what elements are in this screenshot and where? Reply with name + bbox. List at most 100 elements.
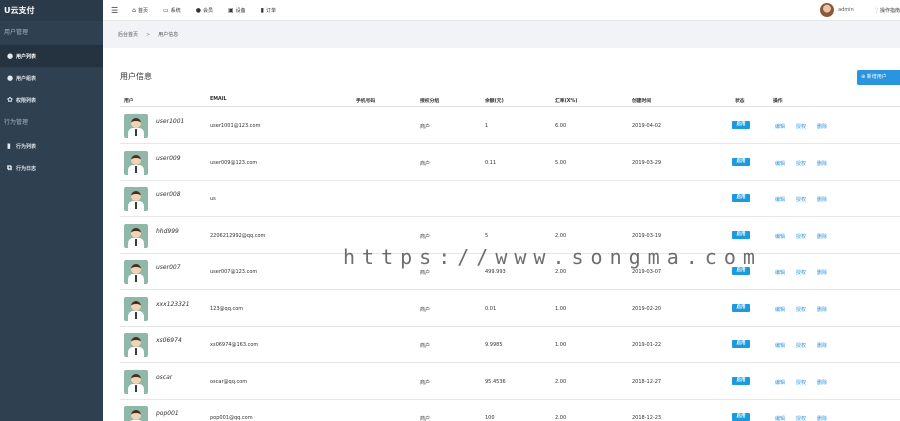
cell-group: 商户	[420, 270, 431, 276]
edit-button[interactable]: 编辑	[775, 379, 785, 386]
desktop-icon: ▭	[163, 6, 169, 14]
delete-button[interactable]: 删除	[817, 269, 827, 276]
top-nav-order[interactable]: ▮ 订单	[261, 7, 276, 14]
delete-button[interactable]: 删除	[817, 415, 827, 421]
delete-button[interactable]: 删除	[817, 123, 827, 130]
sidebar-item-behavior-list[interactable]: ▮ 行为列表	[0, 135, 103, 157]
add-user-button[interactable]: ⊕ 新增用户	[857, 70, 900, 85]
sidebar-item-behavior-log[interactable]: ⧉ 行为日志	[0, 157, 103, 179]
sidebar-section-user[interactable]: 用户管理	[0, 21, 103, 45]
top-nav-member[interactable]: ● 会员	[196, 7, 213, 14]
sidebar-item-label: 用户组表	[16, 75, 37, 82]
edit-button[interactable]: 编辑	[775, 306, 785, 313]
breadcrumb-home[interactable]: 后台首页	[118, 31, 138, 38]
cell-rate: 2.00	[555, 415, 567, 421]
edit-button[interactable]: 编辑	[775, 269, 785, 276]
paw-icon: ✿	[7, 96, 13, 104]
cell-username: xxx123321	[156, 300, 190, 308]
cell-created: 2019-04-02	[632, 123, 662, 129]
sidebar-item-permissions[interactable]: ✿ 权限列表	[0, 89, 103, 111]
authorize-button[interactable]: 授权	[796, 123, 806, 130]
top-nav-label: 订单	[265, 7, 276, 14]
status-badge[interactable]: 启用	[732, 413, 750, 421]
authorize-button[interactable]: 授权	[796, 342, 806, 349]
col-rate: 汇率(X%)	[555, 99, 578, 104]
admin-name[interactable]: admin	[838, 7, 854, 13]
cell-balance: 1	[485, 123, 489, 129]
breadcrumb: 后台首页 > 用户信息	[103, 21, 900, 48]
delete-button[interactable]: 删除	[817, 379, 827, 386]
edit-button[interactable]: 编辑	[775, 415, 785, 421]
edit-button[interactable]: 编辑	[775, 160, 785, 167]
authorize-button[interactable]: 授权	[796, 196, 806, 203]
delete-button[interactable]: 删除	[817, 306, 827, 313]
col-balance: 余额(元)	[485, 99, 504, 104]
cell-balance: 95.4536	[485, 378, 506, 385]
edit-button[interactable]: 编辑	[775, 196, 785, 203]
cell-email: user007@123.com	[210, 269, 258, 275]
cell-balance: 5	[485, 232, 489, 239]
sidebar-item-label: 行为列表	[16, 143, 37, 150]
status-badge[interactable]: 启用	[732, 230, 750, 239]
status-badge[interactable]: 启用	[732, 376, 750, 385]
users-icon: ●	[7, 74, 14, 82]
cell-username: user008	[156, 191, 181, 198]
cell-group: 商户	[420, 379, 431, 386]
cell-balance: 100	[485, 415, 495, 421]
cell-email: user009@123.com	[210, 159, 258, 166]
table-header: 用户 EMAIL 手机号码 授权分组 余额(元) 汇率(X%) 创建时间 状态 …	[120, 95, 900, 107]
edit-button[interactable]: 编辑	[775, 342, 785, 349]
table-row: xxx123321 123@qq.com 商户 0.01 1.00 2019-02-20 启…	[120, 291, 900, 327]
cell-created: 2019-02-20	[632, 305, 662, 312]
user-avatar	[124, 223, 148, 248]
help-label: 操作指南	[879, 7, 900, 14]
top-nav-device[interactable]: ▣ 设备	[228, 7, 246, 14]
cell-balance: 0.11	[485, 159, 497, 166]
cell-created: 2018-12-23	[632, 415, 662, 421]
cell-rate: 2.00	[555, 269, 567, 275]
edit-button[interactable]: 编辑	[775, 123, 785, 130]
cell-username: pop001	[156, 410, 179, 417]
cell-balance: 9.9985	[485, 342, 503, 348]
authorize-button[interactable]: 授权	[796, 415, 806, 421]
status-badge[interactable]: 启用	[732, 303, 750, 312]
sidebar: U云支付 用户管理 ● 用户列表 ● 用户组表 ✿ 权限列表 行为管理 ▮ 行为…	[0, 0, 103, 421]
cell-group: 商户	[420, 306, 431, 313]
top-nav-home[interactable]: ⌂ 首页	[132, 7, 148, 14]
cell-rate: 1.00	[555, 342, 567, 348]
sidebar-item-user-group[interactable]: ● 用户组表	[0, 67, 103, 89]
authorize-button[interactable]: 授权	[796, 269, 806, 276]
status-badge[interactable]: 启用	[732, 121, 750, 129]
authorize-button[interactable]: 授权	[796, 306, 806, 313]
user-avatar	[124, 333, 148, 357]
delete-button[interactable]: 删除	[817, 160, 827, 167]
avatar[interactable]	[820, 3, 835, 17]
col-phone: 手机号码	[356, 99, 376, 104]
cell-username: user007	[156, 264, 181, 271]
status-badge[interactable]: 启用	[732, 340, 750, 348]
add-user-label: 新增用户	[866, 74, 887, 80]
cell-balance: 0.01	[485, 305, 497, 312]
cell-rate: 5.00	[555, 159, 567, 166]
table-row: pop001 pop001@qq.com 商户 100 2.00 2018-12-23 启用…	[120, 400, 900, 421]
authorize-button[interactable]: 授权	[796, 379, 806, 386]
col-user: 用户	[124, 99, 134, 104]
sidebar-section-behavior[interactable]: 行为管理	[0, 111, 103, 135]
top-nav-system[interactable]: ▭ 系统	[163, 7, 181, 14]
authorize-button[interactable]: 授权	[796, 160, 806, 167]
status-badge[interactable]: 启用	[732, 157, 750, 166]
delete-button[interactable]: 删除	[817, 342, 827, 349]
delete-button[interactable]: 删除	[817, 196, 827, 203]
cell-group: 商户	[420, 160, 431, 167]
col-actions: 操作	[773, 99, 783, 104]
edit-button[interactable]: 编辑	[775, 233, 785, 240]
col-status: 状态	[735, 99, 745, 104]
menu-toggle-icon[interactable]: ☰	[111, 6, 118, 15]
authorize-button[interactable]: 授权	[796, 233, 806, 240]
col-group: 授权分组	[420, 99, 440, 104]
delete-button[interactable]: 删除	[817, 233, 827, 240]
user-avatar	[124, 296, 148, 321]
help-link[interactable]: ❔操作指南	[874, 7, 900, 14]
status-badge[interactable]: 启用	[732, 194, 750, 202]
sidebar-item-user-list[interactable]: ● 用户列表	[0, 45, 103, 67]
